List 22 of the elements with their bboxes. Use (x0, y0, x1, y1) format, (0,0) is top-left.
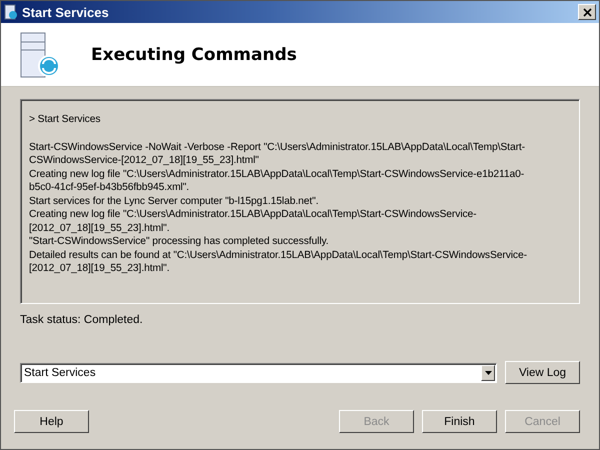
dialog-button[interactable]: Help (14, 410, 89, 433)
window-title: Start Services (22, 4, 110, 20)
page-heading: Executing Commands (91, 44, 297, 64)
log-line: CSWindowsService-[2012_07_18][19_55_23].html" (29, 154, 260, 168)
close-icon (582, 8, 592, 16)
log-line: b5c0-41cf-95ef-b43b56fbb945.xml". (29, 181, 190, 194)
log-line: Start-CSWindowsService -NoWait -Verbose -Report "C:\Users\Administrator.15LAB\AppData\Local\Temp\Start- (29, 140, 526, 154)
dialog-button[interactable]: Finish (422, 410, 497, 433)
view-log-button[interactable]: View Log (505, 361, 580, 384)
log-line: Start services for the Lync Server computer "b-l15pg1.15lab.net". (29, 194, 320, 208)
close-button[interactable] (578, 4, 596, 20)
server-sync-icon (19, 30, 61, 78)
command-dropdown[interactable]: Start Services (20, 362, 497, 382)
task-status: Task status: Completed. (20, 314, 144, 326)
log-line: [2012_07_18][19_55_23].html". (29, 222, 170, 235)
log-line: Detailed results can be found at "C:\Users\Administrator.15LAB\AppData\Local\Temp\Start-CSWindowsService- (29, 248, 528, 262)
log-line: Creating new log file "C:\Users\Administrator.15LAB\AppData\Local\Temp\Start-CSWindowsService- (29, 208, 478, 222)
server-icon (4, 4, 18, 20)
log-line: [2012_07_18][19_55_23].html". (29, 262, 170, 276)
log-line: Creating new log file "C:\Users\Administrator.15LAB\AppData\Local\Temp\Start-CSWindowsService-e1b211a0- (29, 168, 526, 181)
log-line: "Start-CSWindowsService" processing has completed successfully. (29, 235, 330, 248)
log-heading: > Start Services (29, 113, 102, 126)
